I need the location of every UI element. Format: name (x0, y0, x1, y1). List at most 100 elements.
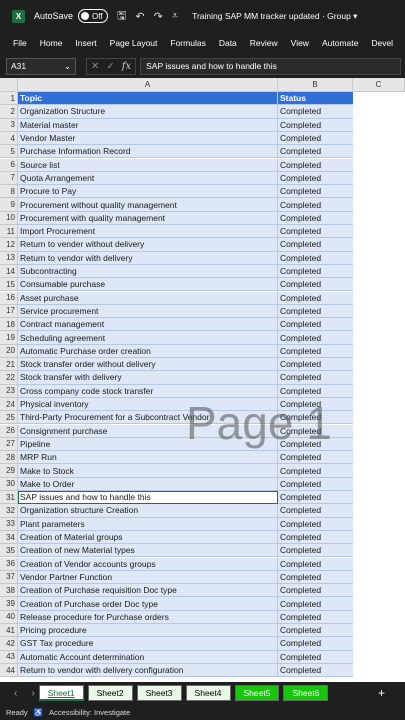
sheet-tab[interactable]: Sheet1 (38, 685, 84, 701)
topic-cell[interactable]: Organization Structure (18, 105, 278, 119)
row-header[interactable]: 10 (0, 211, 18, 225)
topic-cell[interactable]: Import Procurement (18, 225, 278, 239)
save-icon[interactable]: 🖫 (117, 7, 126, 26)
status-cell[interactable]: Completed (278, 238, 353, 252)
row-header[interactable]: 4 (0, 131, 18, 146)
topic-cell[interactable]: Asset purchase (18, 291, 278, 305)
sheet-tab[interactable]: Sheet2 (87, 685, 133, 701)
topic-cell[interactable]: Procure to Pay (18, 185, 278, 199)
row-header[interactable]: 11 (0, 225, 18, 239)
topic-cell[interactable]: Vendor Master (18, 131, 278, 146)
status-cell[interactable]: Completed (278, 544, 353, 558)
status-cell[interactable]: Completed (278, 344, 353, 358)
menu-item[interactable]: Page Layout (110, 38, 158, 48)
topic-cell[interactable]: Creation of Purchase order Doc type (18, 597, 278, 611)
status-cell[interactable]: Completed (278, 371, 353, 385)
topic-cell[interactable]: Creation of new Material types (18, 544, 278, 558)
row-header[interactable]: 16 (0, 291, 18, 305)
status-cell[interactable]: Completed (278, 145, 353, 159)
status-cell[interactable]: Completed (278, 211, 353, 225)
customize-toolbar-icon[interactable]: ⩡ (172, 10, 178, 23)
status-cell[interactable]: Completed (278, 517, 353, 531)
menu-item[interactable]: File (13, 38, 27, 48)
menu-item[interactable]: Insert (75, 38, 96, 48)
status-cell[interactable]: Completed (278, 477, 353, 491)
spreadsheet-grid[interactable]: A B C 1 Topic Status 2 Organization Structur… (0, 78, 405, 682)
status-cell[interactable]: Completed (278, 158, 353, 172)
status-cell[interactable]: Completed (278, 570, 353, 585)
topic-cell[interactable]: Organization structure Creation (18, 504, 278, 518)
column-header-b[interactable]: B (278, 78, 353, 92)
topic-cell[interactable]: Stock transfer order without delivery (18, 358, 278, 372)
status-cell[interactable]: Completed (278, 610, 353, 624)
menu-item[interactable]: Review (250, 38, 278, 48)
status-cell[interactable]: Completed (278, 278, 353, 292)
row-header[interactable]: 40 (0, 610, 18, 624)
sheet-tab[interactable]: Sheet4 (185, 685, 231, 701)
row-header[interactable]: 9 (0, 198, 18, 212)
status-cell[interactable]: Completed (278, 291, 353, 305)
row-header[interactable]: 18 (0, 318, 18, 332)
row-header[interactable]: 1 (0, 92, 18, 106)
topic-cell[interactable]: GST Tax procedure (18, 637, 278, 651)
menu-item[interactable]: Devel (371, 38, 393, 48)
topic-cell[interactable]: Procurement without quality management (18, 198, 278, 212)
row-header[interactable]: 14 (0, 264, 18, 279)
topic-cell[interactable]: Subcontracting (18, 264, 278, 279)
accessibility-status[interactable]: Accessibility: Investigate (49, 708, 130, 717)
undo-icon[interactable]: ↶ (135, 10, 144, 23)
row-header[interactable]: 2 (0, 105, 18, 119)
topic-cell[interactable]: Quota Arrangement (18, 171, 278, 186)
row-header[interactable]: 25 (0, 411, 18, 425)
status-cell[interactable]: Completed (278, 663, 353, 678)
status-cell[interactable]: Completed (278, 650, 353, 664)
sheet-tab[interactable]: Sheet5 (234, 685, 280, 701)
row-header[interactable]: 6 (0, 158, 18, 172)
row-header[interactable]: 21 (0, 358, 18, 372)
topic-cell[interactable]: Stock transfer with delivery (18, 371, 278, 385)
row-header[interactable]: 44 (0, 663, 18, 678)
status-cell[interactable]: Completed (278, 584, 353, 598)
topic-cell[interactable]: Creation of Purchase requisition Doc typ… (18, 584, 278, 598)
topic-cell[interactable]: Make to Order (18, 477, 278, 491)
status-cell[interactable]: Completed (278, 451, 353, 465)
sheet-tab[interactable]: Sheet3 (136, 685, 182, 701)
status-cell[interactable]: Completed (278, 597, 353, 611)
row-header[interactable]: 15 (0, 278, 18, 292)
topic-cell[interactable]: Purchase Information Record (18, 145, 278, 159)
menu-item[interactable]: Data (219, 38, 237, 48)
topic-cell[interactable]: Make to Stock (18, 464, 278, 478)
name-box[interactable]: A31 ⌄ (6, 57, 76, 75)
row-header[interactable]: 43 (0, 650, 18, 664)
row-header[interactable]: 36 (0, 557, 18, 571)
status-cell[interactable]: Completed (278, 318, 353, 332)
topic-cell[interactable]: SAP issues and how to handle this (18, 491, 278, 505)
row-header[interactable]: 19 (0, 331, 18, 345)
autosave-toggle[interactable]: Off (78, 9, 109, 23)
status-cell[interactable]: Completed (278, 131, 353, 146)
status-cell[interactable]: Completed (278, 251, 353, 265)
status-cell[interactable]: Completed (278, 491, 353, 505)
status-cell[interactable]: Completed (278, 504, 353, 518)
row-header[interactable]: 20 (0, 344, 18, 358)
row-header[interactable]: 33 (0, 517, 18, 531)
topic-cell[interactable]: Vendor Partner Function (18, 570, 278, 585)
menu-item[interactable]: Formulas (170, 38, 205, 48)
status-cell[interactable]: Completed (278, 637, 353, 651)
status-cell[interactable]: Completed (278, 118, 353, 132)
row-header[interactable]: 27 (0, 437, 18, 452)
topic-cell[interactable]: Source list (18, 158, 278, 172)
row-header[interactable]: 35 (0, 544, 18, 558)
row-header[interactable]: 41 (0, 624, 18, 638)
column-c-cells[interactable] (353, 92, 405, 682)
select-all-corner[interactable] (0, 78, 18, 92)
topic-cell[interactable]: Automatic Account determination (18, 650, 278, 664)
row-header[interactable]: 29 (0, 464, 18, 478)
prev-sheet-icon[interactable]: ‹ (14, 688, 17, 699)
status-cell[interactable]: Completed (278, 624, 353, 638)
topic-cell[interactable]: Automatic Purchase order creation (18, 344, 278, 358)
topic-cell[interactable]: Consumable purchase (18, 278, 278, 292)
status-cell[interactable]: Completed (278, 264, 353, 279)
topic-cell[interactable]: Procurement with quality management (18, 211, 278, 225)
topic-cell[interactable]: Return to vender without delivery (18, 238, 278, 252)
